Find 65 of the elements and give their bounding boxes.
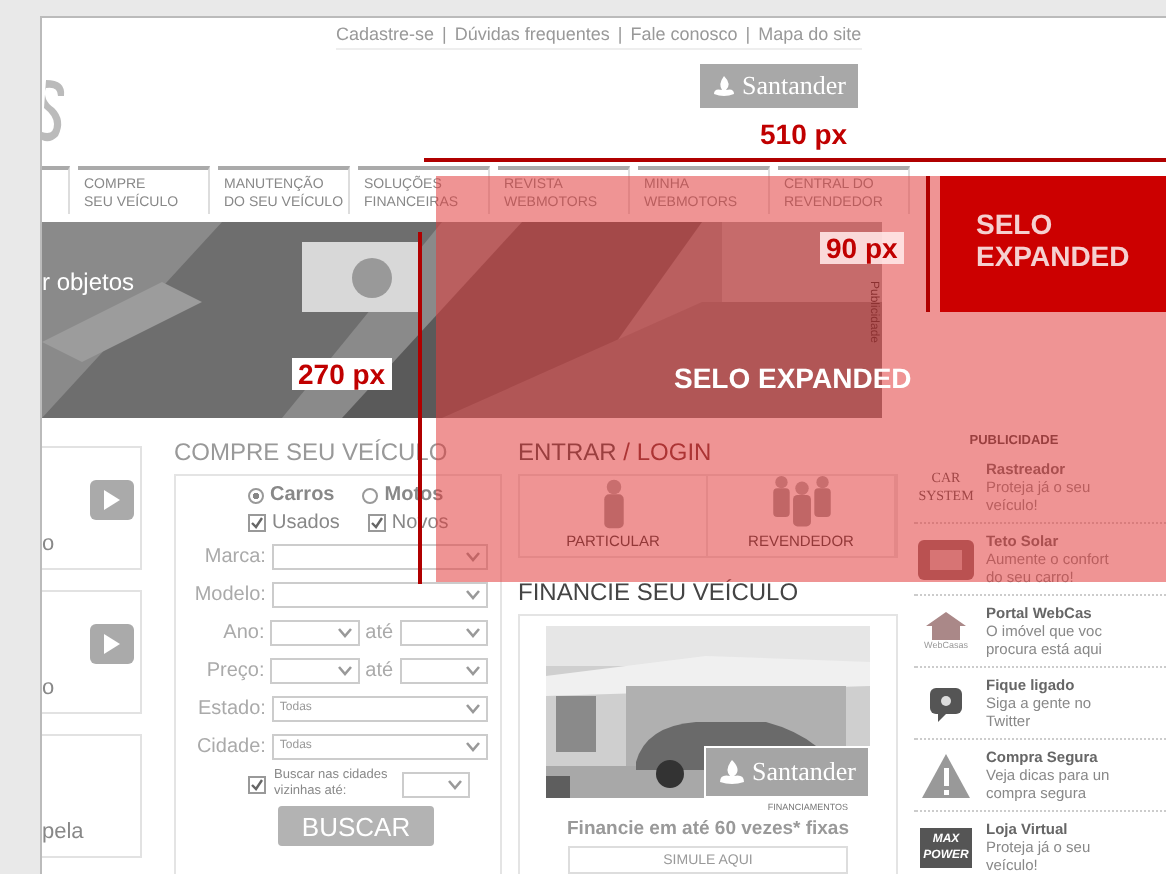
seal-badge: SELO EXPANDED [940,176,1166,312]
field-label: Modelo: [192,583,266,605]
checkbox[interactable] [367,514,386,532]
header-link[interactable]: Dúvidas frequentes [454,24,610,44]
chevron-icon [448,779,462,789]
dimension-line [926,176,930,312]
chevron-icon [466,627,480,637]
field-label: Preço: [204,659,265,681]
field-label: Cidade: [194,735,266,757]
santander-logo: Santander [704,746,870,798]
area-label: SELO EXPANDED [674,362,912,394]
header-link[interactable]: Fale conosco [630,24,738,44]
title-separator: / [621,438,633,466]
header-link[interactable]: Cadastre-se [336,24,435,44]
card-text: o [42,676,57,700]
dimension-label: 270 px [292,358,392,390]
radio-button[interactable] [248,487,264,503]
dropdown[interactable] [271,581,488,607]
dropdown[interactable] [270,619,360,645]
chevron-icon [466,551,480,561]
warning-icon [920,751,972,799]
flame-icon [718,758,747,786]
option-label: Usados [272,512,340,534]
chevron-icon [466,589,480,599]
dropdown[interactable] [270,657,360,683]
flame-icon [712,74,736,98]
section-title: ENTRAR [518,438,617,466]
link-separator: | [442,24,447,44]
card-text: o [42,532,57,556]
dropdown[interactable] [399,619,488,645]
checkbox[interactable] [248,775,266,793]
chevron-icon [466,703,480,713]
card-text: pela [42,820,86,844]
link-separator: | [617,24,623,44]
header-link[interactable]: Mapa do site [758,24,862,44]
dimension-label: 90 px [820,232,904,264]
radio-button[interactable] [362,487,379,503]
chevron-icon [337,627,352,637]
finance-text: Financie em até 60 vezes* fixas [567,818,849,840]
chevron-icon [337,665,352,675]
link-separator: | [745,24,751,44]
nav-tab-edge [42,166,70,214]
range-label: até [365,659,394,681]
section-title: FINANCIE SEU VEÍCULO [518,578,801,606]
dropdown[interactable] [402,771,470,797]
house-icon [926,612,966,640]
dropdown[interactable] [399,657,488,683]
banner-caption: r objetos [42,268,135,296]
range-label: até [365,621,394,643]
play-button[interactable] [90,480,134,520]
chevron-icon [466,741,480,751]
play-icon [104,634,120,654]
dropdown[interactable] [271,543,488,569]
santander-logo: Santander [700,64,858,108]
checkbox[interactable] [248,514,266,532]
play-button[interactable] [90,624,134,664]
search-button[interactable]: BUSCAR [278,806,434,846]
field-label: Estado: [196,697,266,719]
field-label: Marca: [202,545,266,567]
chat-bubble-icon [928,685,964,721]
field-label: Ano: [221,621,265,643]
section-subtitle: LOGIN [636,438,712,466]
play-icon [104,490,120,510]
option-label: Carros [270,484,335,506]
chevron-icon [466,665,480,675]
